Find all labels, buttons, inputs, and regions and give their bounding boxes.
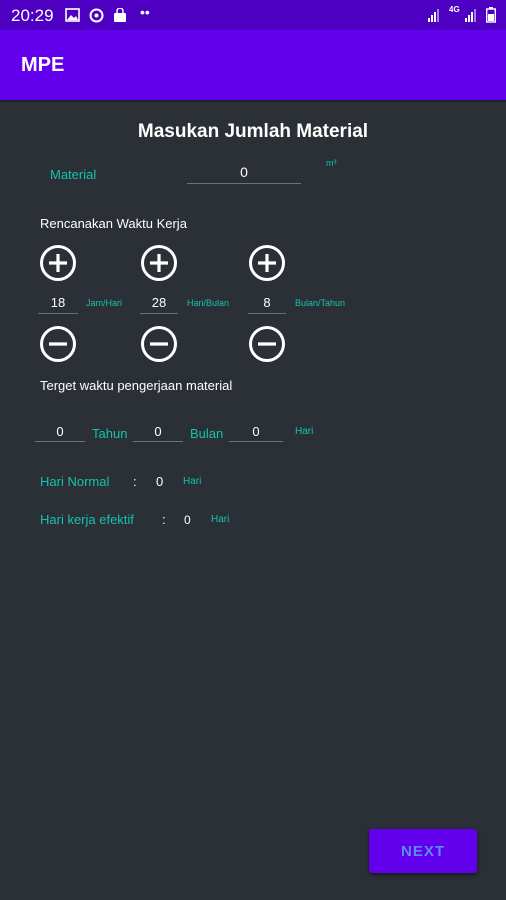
battery-icon [486, 7, 496, 23]
months-per-year-input[interactable]: 8 [248, 295, 286, 314]
increase-months-button[interactable] [248, 244, 286, 282]
normal-days-unit: Hari [183, 476, 202, 487]
minus-circle-icon [249, 326, 285, 362]
decrease-days-button[interactable] [140, 325, 178, 363]
effective-days-value: 0 [184, 513, 191, 527]
material-label: Material [50, 167, 97, 182]
target-years-unit: Tahun [92, 426, 128, 441]
effective-days-unit: Hari [211, 514, 230, 525]
normal-days-label: Hari Normal [40, 474, 110, 489]
material-unit: m³ [326, 158, 337, 168]
decrease-months-button[interactable] [248, 325, 286, 363]
increase-hours-button[interactable] [39, 244, 77, 282]
app-bar: MPE [0, 30, 506, 100]
hours-per-day-unit: Jam/Hari [86, 298, 123, 308]
normal-days-value: 0 [156, 474, 164, 489]
normal-days-separator: : [133, 474, 137, 489]
network-type-label: 4G [449, 5, 460, 14]
app-bar-divider [0, 100, 506, 102]
target-days-unit: Hari [295, 426, 314, 437]
more-notifications-icon: •• [140, 4, 150, 20]
hours-per-day-input[interactable]: 18 [38, 295, 78, 314]
target-months-unit: Bulan [190, 426, 224, 441]
plus-circle-icon [40, 245, 76, 281]
status-time: 20:29 [11, 6, 54, 25]
app-title: MPE [21, 54, 65, 76]
status-bar: 20:29 •• 4G [0, 0, 506, 30]
target-section-title: Terget waktu pengerjaan material [40, 378, 233, 393]
next-button[interactable]: NEXT [369, 829, 477, 873]
sync-icon [89, 8, 104, 23]
gallery-icon [65, 8, 80, 22]
increase-days-button[interactable] [140, 244, 178, 282]
effective-days-label: Hari kerja efektif [40, 512, 134, 527]
effective-days-separator: : [162, 512, 166, 527]
decrease-hours-button[interactable] [39, 325, 77, 363]
target-months-input[interactable]: 0 [133, 424, 183, 442]
months-per-year-unit: Bulan/Tahun [295, 298, 346, 308]
plus-circle-icon [141, 245, 177, 281]
minus-circle-icon [141, 326, 177, 362]
target-years-input[interactable]: 0 [35, 424, 85, 442]
days-per-month-unit: Hari/Bulan [187, 298, 230, 308]
days-per-month-input[interactable]: 28 [140, 295, 178, 314]
target-days-input[interactable]: 0 [229, 424, 283, 442]
shopping-bag-icon [114, 8, 126, 22]
signal-icon-2 [465, 9, 476, 22]
plus-circle-icon [249, 245, 285, 281]
plan-section-title: Rencanakan Waktu Kerja [40, 216, 187, 231]
signal-icon [428, 9, 439, 22]
material-input[interactable]: 0 [187, 164, 301, 184]
page-title: Masukan Jumlah Material [137, 121, 369, 142]
minus-circle-icon [40, 326, 76, 362]
